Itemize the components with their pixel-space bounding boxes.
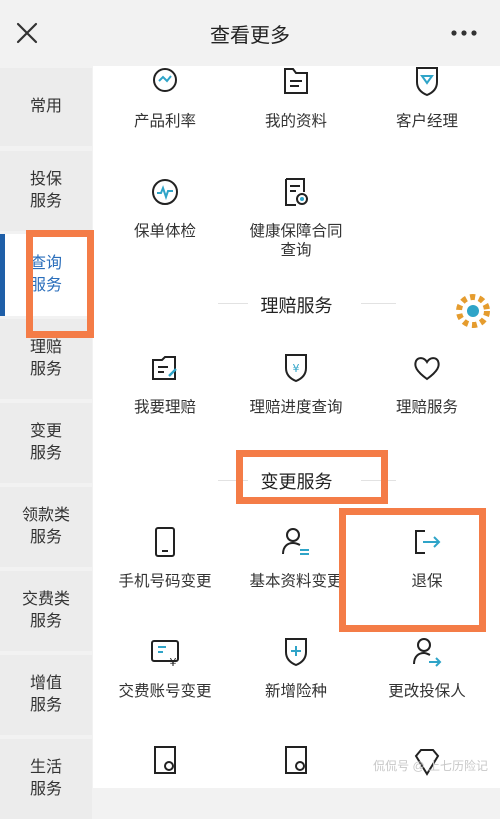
card-yen-icon: ¥	[151, 640, 179, 668]
item-add-coverage[interactable]: 新增险种	[228, 636, 364, 701]
header-bar: 查看更多	[0, 0, 500, 66]
item-policy-checkup[interactable]: 保单体检	[97, 176, 233, 241]
section-title-claims: 理赔服务	[260, 296, 333, 316]
more-icon[interactable]	[446, 20, 482, 46]
sidebar-item-life[interactable]: 生活 服务	[0, 739, 92, 819]
sidebar-item-insure[interactable]: 投保 服务	[0, 151, 92, 231]
item-health-contract-query[interactable]: 健康保障合同 查询	[228, 176, 364, 260]
highlight-box	[236, 450, 388, 504]
rate-icon	[153, 68, 177, 92]
item-product-rate[interactable]: 产品利率	[97, 66, 233, 131]
item-claim-service[interactable]: 理赔服务	[359, 352, 495, 417]
item-file-claim[interactable]: 我要理赔	[97, 352, 233, 417]
sidebar-item-payment[interactable]: 交费类 服务	[0, 571, 92, 651]
claim-icon	[152, 356, 177, 380]
floating-badge-icon[interactable]	[448, 286, 498, 336]
item-my-profile[interactable]: 我的资料	[228, 66, 364, 131]
item-claim-progress[interactable]: ¥ 理赔进度查询	[228, 352, 364, 417]
item-account-manager[interactable]: 客户经理	[359, 66, 495, 131]
sidebar: 常用 投保 服务 查询 服务 理赔 服务 变更 服务 领款类 服务 交费类 服务…	[0, 66, 92, 819]
sidebar-item-value-added[interactable]: 增值 服务	[0, 655, 92, 735]
sidebar-item-payout[interactable]: 领款类 服务	[0, 487, 92, 567]
user-switch-icon	[413, 638, 442, 667]
health-check-icon	[152, 179, 178, 205]
item-change-payment-account[interactable]: ¥ 交费账号变更	[97, 636, 233, 701]
section-divider	[361, 303, 396, 304]
item-change-phone[interactable]: 手机号码变更	[97, 526, 233, 591]
watermark: 侃侃号 @ 上七历险记	[373, 759, 488, 773]
sidebar-item-common[interactable]: 常用	[0, 68, 92, 146]
page-title: 查看更多	[210, 25, 290, 47]
heart-icon	[414, 357, 440, 381]
content-panel: 产品利率 我的资料 客户经理 保单体检 健康保障合同 查询 理赔服务 我要理赔 …	[93, 66, 500, 788]
svg-text:¥: ¥	[170, 656, 177, 668]
document-icon[interactable]	[149, 744, 181, 776]
sidebar-item-change[interactable]: 变更 服务	[0, 403, 92, 483]
active-indicator	[0, 234, 5, 316]
user-edit-icon	[282, 528, 309, 555]
contract-search-icon	[285, 178, 308, 206]
highlight-box	[26, 230, 94, 338]
phone-icon	[155, 527, 175, 557]
add-shield-icon	[285, 638, 307, 667]
society-document-icon[interactable]	[280, 744, 312, 776]
yen-shield-icon: ¥	[285, 354, 307, 383]
folder-icon	[284, 68, 308, 94]
svg-text:¥: ¥	[293, 362, 300, 375]
highlight-box	[339, 508, 486, 632]
manager-shield-icon	[416, 67, 438, 97]
item-change-policyholder[interactable]: 更改投保人	[359, 636, 495, 701]
